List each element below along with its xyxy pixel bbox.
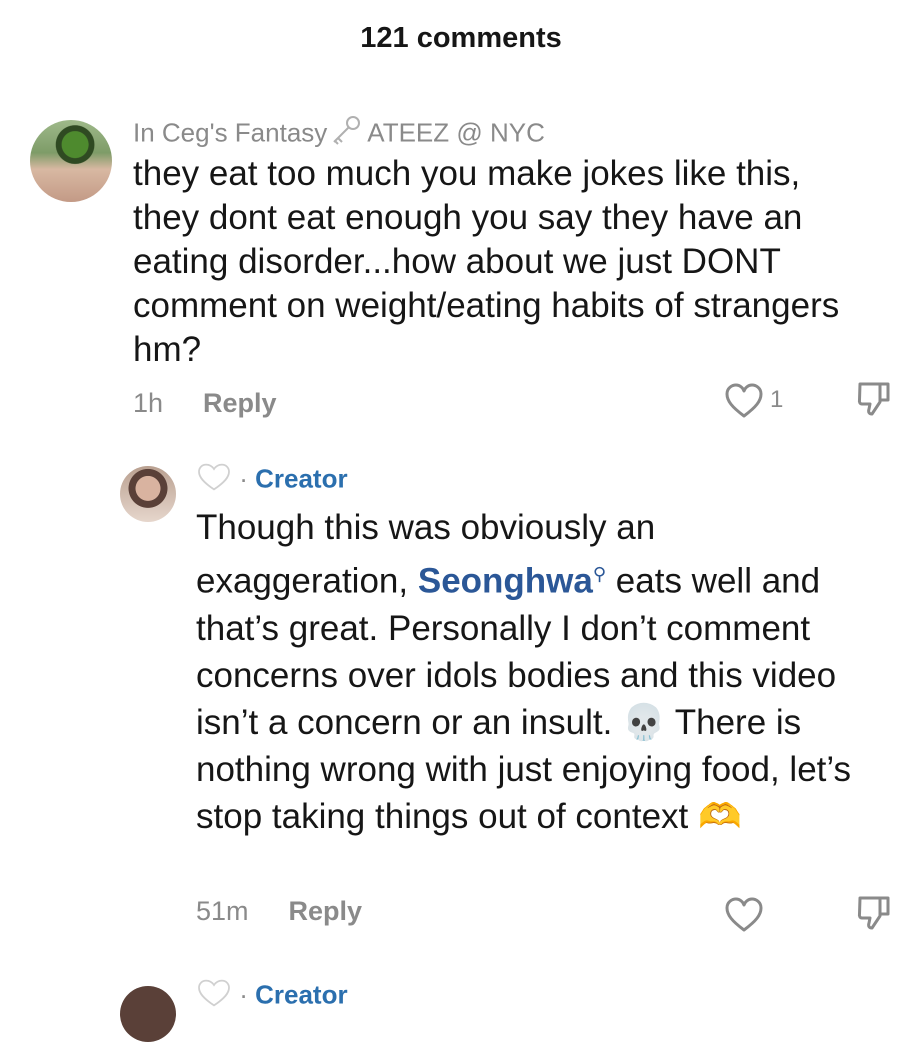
- creator-line: · Creator: [196, 462, 348, 499]
- dislike-icon[interactable]: [856, 894, 892, 937]
- username-suffix: ATEEZ @ NYC: [367, 117, 545, 148]
- heart-icon[interactable]: [724, 382, 764, 425]
- username-line[interactable]: In Ceg's Fantasy ATEEZ @ NYC: [133, 114, 545, 155]
- creator-line: · Creator: [196, 978, 348, 1015]
- comment-text: Though this was obviously an exaggeratio…: [196, 504, 876, 840]
- username[interactable]: In Ceg's Fantasy: [133, 117, 327, 147]
- comment-meta: 51m Reply: [196, 896, 362, 927]
- mention-link[interactable]: Seonghwa: [418, 562, 593, 601]
- heart-hands-emoji: 🫶: [698, 796, 742, 836]
- dislike-icon[interactable]: [856, 380, 892, 423]
- comment-text: they eat too much you make jokes like th…: [133, 154, 840, 369]
- timestamp: 1h: [133, 388, 164, 418]
- comment-meta: 1h Reply: [133, 388, 277, 419]
- creator-tag: Creator: [255, 463, 348, 494]
- timestamp: 51m: [196, 896, 249, 926]
- skull-emoji: 💀: [622, 702, 666, 742]
- avatar[interactable]: [120, 466, 176, 522]
- reply-button[interactable]: Reply: [289, 896, 363, 926]
- comments-count-title: 121 comments: [360, 22, 562, 54]
- reply-button[interactable]: Reply: [203, 388, 277, 418]
- white-heart-icon: [196, 462, 232, 499]
- white-heart-icon: [196, 978, 232, 1015]
- avatar[interactable]: [30, 120, 112, 202]
- avatar[interactable]: [120, 986, 176, 1042]
- creator-tag: Creator: [255, 979, 348, 1010]
- heart-icon[interactable]: [724, 896, 764, 939]
- search-icon[interactable]: ⚲: [593, 564, 606, 584]
- like-count: 1: [770, 386, 784, 413]
- key-icon: [329, 114, 363, 155]
